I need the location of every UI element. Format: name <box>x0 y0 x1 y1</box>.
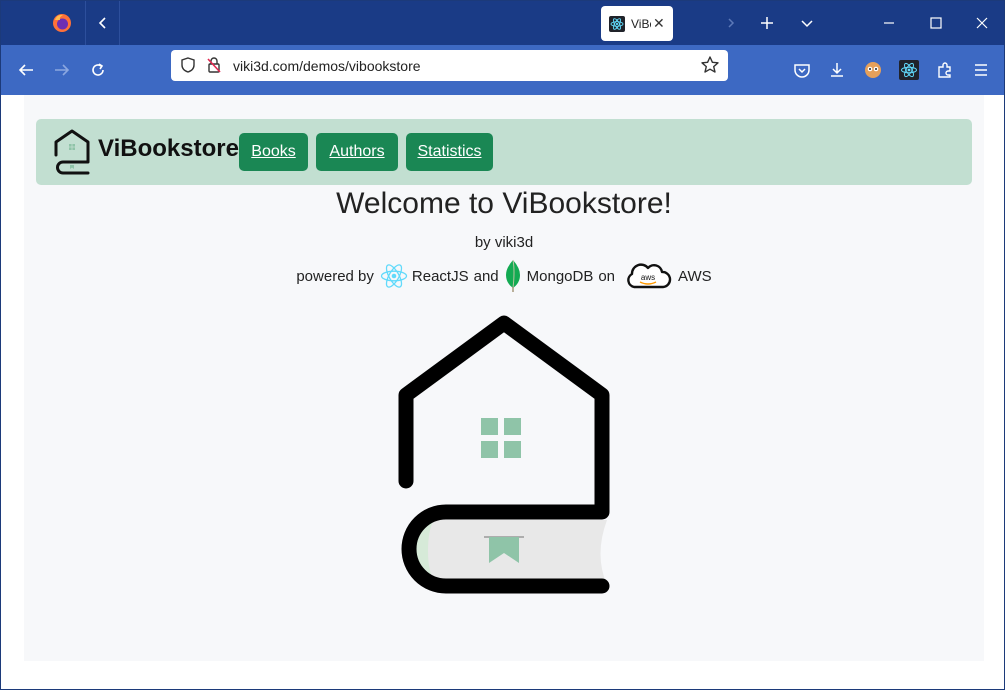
svg-text:aws: aws <box>641 273 655 282</box>
forward-icon[interactable] <box>47 55 77 85</box>
and-label: and <box>473 267 499 285</box>
back-icon[interactable] <box>11 55 41 85</box>
pocket-icon[interactable] <box>787 55 817 85</box>
firefox-icon[interactable] <box>51 12 73 34</box>
close-window-icon[interactable] <box>972 13 992 33</box>
app-navbar: ViBookstore Books Authors Statistics <box>36 119 972 185</box>
page-container: ViBookstore Books Authors Statistics Wel… <box>24 95 984 661</box>
browser-window: ViBookstore ✕ <box>0 0 1005 690</box>
nav-authors-button[interactable]: Authors <box>316 133 398 171</box>
nav-statistics-button[interactable]: Statistics <box>406 133 493 171</box>
tab-strip-separator <box>85 1 86 45</box>
tab-close-icon[interactable]: ✕ <box>653 15 665 32</box>
page-title: Welcome to ViBookstore! <box>336 187 672 220</box>
url-text[interactable]: viki3d.com/demos/vibookstore <box>233 58 421 74</box>
page-content: ViBookstore Books Authors Statistics Wel… <box>1 95 1004 689</box>
brand-name[interactable]: ViBookstore <box>98 135 239 163</box>
react-icon <box>380 264 408 288</box>
bookmark-star-icon[interactable] <box>700 55 720 75</box>
minimize-icon[interactable] <box>879 13 899 33</box>
profile-avatar-icon[interactable] <box>858 55 888 85</box>
reload-icon[interactable] <box>83 55 113 85</box>
tab-vibookstore[interactable]: ViBookstore ✕ <box>601 6 673 41</box>
react-favicon-icon <box>609 15 625 32</box>
downloads-icon[interactable] <box>822 55 852 85</box>
bookstore-hero-logo-icon <box>398 315 610 594</box>
mongodb-icon <box>505 259 520 292</box>
tech-react-label: ReactJS <box>411 267 469 285</box>
new-tab-icon[interactable] <box>757 13 777 33</box>
bookstore-logo-icon[interactable] <box>52 129 92 175</box>
react-devtools-icon[interactable] <box>894 55 924 85</box>
tab-list-back-icon[interactable] <box>91 11 115 35</box>
tech-mongodb-label: MongoDB <box>526 267 594 285</box>
nav-books-button[interactable]: Books <box>239 133 308 171</box>
maximize-icon[interactable] <box>926 13 946 33</box>
insecure-lock-icon[interactable] <box>205 56 223 74</box>
byline: by viki3d <box>474 234 534 251</box>
tab-list-chevron-down-icon[interactable] <box>797 13 817 33</box>
tab-title: ViBookstore <box>631 16 651 31</box>
tab-scroll-right-icon[interactable] <box>721 13 741 33</box>
tab-strip: ViBookstore ✕ <box>1 1 1004 45</box>
tracking-shield-icon[interactable] <box>179 56 197 74</box>
on-label: on <box>598 267 616 285</box>
nav-toolbar: viki3d.com/demos/vibookstore <box>1 45 1004 95</box>
url-bar[interactable]: viki3d.com/demos/vibookstore <box>171 50 728 81</box>
tab-strip-separator <box>119 1 120 45</box>
powered-by-label: powered by <box>296 267 374 285</box>
tech-aws-label: AWS <box>678 267 712 285</box>
aws-icon: aws <box>627 263 672 289</box>
hamburger-menu-icon[interactable] <box>966 55 996 85</box>
extensions-puzzle-icon[interactable] <box>930 55 960 85</box>
powered-by-line: powered by ReactJS and MongoDB on aws AW… <box>24 259 984 293</box>
